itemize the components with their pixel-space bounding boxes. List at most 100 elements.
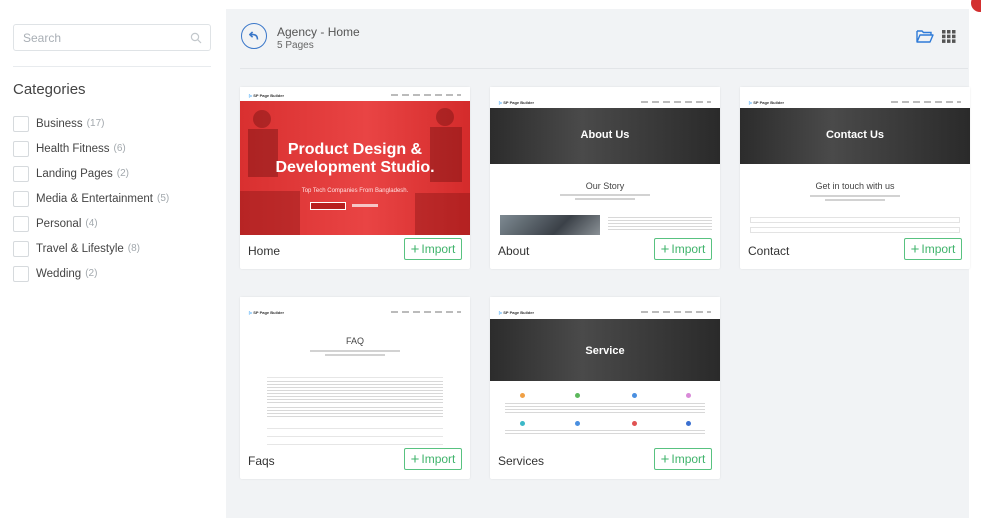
sidebar: Search Categories Business (17) Health F… <box>0 0 226 518</box>
template-card-home[interactable]: ▷ SP Page Builder Product Design & Develo… <box>240 87 470 269</box>
thumb-nav: ▷ SP Page Builder <box>740 94 970 108</box>
category-checkbox[interactable] <box>13 240 29 257</box>
thumb-headline: Product Design & Development Studio. <box>275 141 435 176</box>
category-label: Landing Pages <box>36 167 113 180</box>
category-item-landing-pages[interactable]: Landing Pages (2) <box>13 161 169 186</box>
card-title: Services <box>498 454 545 468</box>
thumb-section-text <box>575 198 635 200</box>
import-button[interactable]: + Import <box>654 238 712 260</box>
thumb-service-icon <box>575 421 580 426</box>
thumb-cta-button <box>310 202 346 210</box>
thumb-logo: ▷ SP Page Builder <box>249 310 285 315</box>
category-count: (5) <box>156 193 170 204</box>
template-card-services[interactable]: ▷ SP Page Builder Service Services + Impo… <box>490 297 720 479</box>
thumb-section-text <box>810 195 900 197</box>
thumb-faq-row <box>267 438 443 445</box>
back-arrow-icon <box>249 31 259 40</box>
import-button[interactable]: + Import <box>904 238 962 260</box>
back-button[interactable] <box>241 23 267 49</box>
thumb-paragraph <box>267 381 443 403</box>
card-title: Faqs <box>248 454 275 468</box>
category-checkbox[interactable] <box>13 215 29 232</box>
folder-open-icon[interactable] <box>916 29 934 43</box>
thumb-nav-links <box>391 94 461 96</box>
template-card-faqs[interactable]: ▷ SP Page Builder FAQ Faqs + Import <box>240 297 470 479</box>
import-button[interactable]: + Import <box>654 448 712 470</box>
thumb-service-icon <box>632 421 637 426</box>
card-title: Contact <box>748 244 790 258</box>
category-count: (2) <box>85 268 98 279</box>
thumb-banner-title: Service <box>585 345 625 357</box>
thumb-nav-links <box>641 101 711 103</box>
thumb-logo: ▷ SP Page Builder <box>499 100 535 105</box>
thumb-service-icon <box>686 393 691 398</box>
category-list: Business (17) Health Fitness (6) Landing… <box>13 111 169 286</box>
sidebar-divider <box>13 66 211 67</box>
plus-icon: + <box>660 240 670 258</box>
card-thumbnail[interactable]: ▷ SP Page Builder Service <box>490 297 720 445</box>
thumb-secondary-link <box>352 204 378 207</box>
category-checkbox[interactable] <box>13 115 29 132</box>
thumb-nav-links <box>391 311 461 313</box>
card-thumbnail[interactable]: ▷ SP Page Builder Contact Us Get in touc… <box>740 87 970 235</box>
card-title: Home <box>248 244 281 258</box>
category-item-media-entertainment[interactable]: Media & Entertainment (5) <box>13 186 169 211</box>
notification-badge[interactable] <box>971 0 981 12</box>
thumb-section-text <box>325 354 385 356</box>
search-icon[interactable] <box>190 32 202 44</box>
thumb-photo <box>500 215 600 235</box>
import-button[interactable]: + Import <box>404 238 462 260</box>
thumb-service-icon <box>575 393 580 398</box>
thumb-section-text <box>310 350 400 352</box>
category-checkbox[interactable] <box>13 140 29 157</box>
thumb-logo: ▷ SP Page Builder <box>249 93 285 98</box>
category-item-business[interactable]: Business (17) <box>13 111 169 136</box>
category-count: (17) <box>86 118 105 129</box>
category-item-wedding[interactable]: Wedding (2) <box>13 261 169 286</box>
thumb-service-icon <box>632 393 637 398</box>
import-button[interactable]: + Import <box>404 448 462 470</box>
category-label: Health Fitness <box>36 142 110 155</box>
thumb-banner-title: About Us <box>580 129 630 141</box>
plus-icon: + <box>660 450 670 468</box>
category-label: Wedding <box>36 267 82 280</box>
header-divider <box>240 68 968 69</box>
search-placeholder: Search <box>23 31 62 45</box>
page-root: Search Categories Business (17) Health F… <box>0 0 981 518</box>
grid-view-icon[interactable] <box>942 30 956 43</box>
category-checkbox[interactable] <box>13 190 29 207</box>
template-card-contact[interactable]: ▷ SP Page Builder Contact Us Get in touc… <box>740 87 970 269</box>
category-item-travel-lifestyle[interactable]: Travel & Lifestyle (8) <box>13 236 169 261</box>
thumb-nav-links <box>891 101 961 103</box>
thumb-section-text <box>560 194 650 196</box>
thumb-nav: ▷ SP Page Builder <box>240 304 470 318</box>
thumb-paragraph <box>505 430 705 434</box>
category-checkbox[interactable] <box>13 265 29 282</box>
category-item-health-fitness[interactable]: Health Fitness (6) <box>13 136 169 161</box>
thumb-subheadline: Top Tech Companies From Bangladesh. <box>301 188 409 194</box>
thumb-paragraph <box>505 403 705 413</box>
category-checkbox[interactable] <box>13 165 29 182</box>
plus-icon: + <box>410 450 420 468</box>
thumb-paragraph <box>608 217 712 231</box>
category-label: Personal <box>36 217 82 230</box>
card-thumbnail[interactable]: ▷ SP Page Builder FAQ <box>240 297 470 445</box>
thumb-nav: ▷ SP Page Builder <box>240 87 470 101</box>
template-card-about[interactable]: ▷ SP Page Builder About Us Our Story Abo… <box>490 87 720 269</box>
search-input[interactable]: Search <box>13 24 211 51</box>
category-item-personal[interactable]: Personal (4) <box>13 211 169 236</box>
thumb-section-title: FAQ <box>345 336 364 346</box>
template-title: Agency - Home <box>277 25 360 39</box>
thumb-nav-links <box>641 311 711 313</box>
category-count: (2) <box>116 168 129 179</box>
thumb-section-text <box>825 199 885 201</box>
thumb-nav: ▷ SP Page Builder <box>490 94 720 108</box>
categories-title: Categories <box>13 81 86 98</box>
page-count: 5 Pages <box>277 40 314 51</box>
thumb-faq-row <box>267 371 443 378</box>
plus-icon: + <box>410 240 420 258</box>
card-thumbnail[interactable]: ▷ SP Page Builder Product Design & Develo… <box>240 87 470 235</box>
category-label: Media & Entertainment <box>36 192 153 205</box>
thumb-faq-row <box>267 422 443 429</box>
card-thumbnail[interactable]: ▷ SP Page Builder About Us Our Story <box>490 87 720 235</box>
